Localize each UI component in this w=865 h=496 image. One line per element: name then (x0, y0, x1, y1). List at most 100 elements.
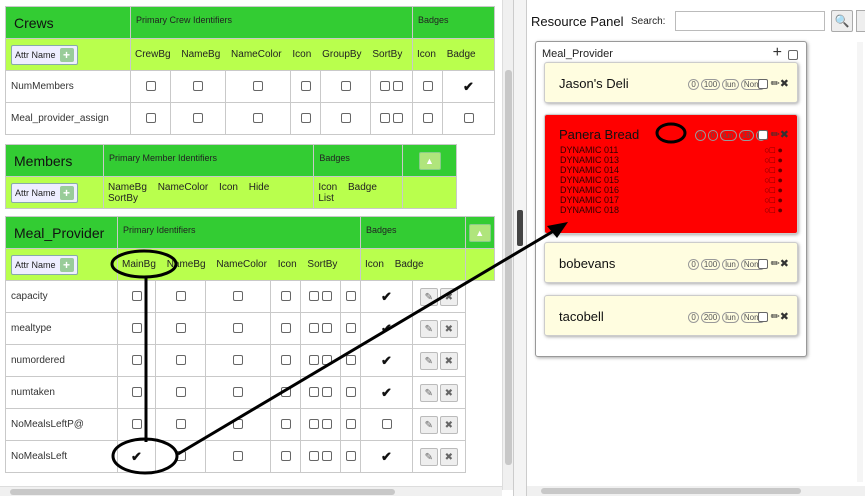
checkbox[interactable] (193, 113, 203, 124)
checkbox[interactable] (321, 451, 332, 462)
vertical-scrollbar[interactable] (502, 0, 513, 490)
close-icon[interactable]: ✖ (780, 258, 789, 270)
checkbox[interactable] (345, 291, 356, 302)
checkbox[interactable] (345, 419, 356, 430)
checkbox[interactable] (145, 81, 156, 92)
resource-card[interactable]: Panera Bread00lun180 ✏✖DYNAMIC 011○□ ●DY… (544, 114, 798, 234)
checkmark-icon[interactable]: ✔ (381, 289, 392, 305)
checkbox[interactable] (175, 451, 186, 462)
checkbox[interactable] (131, 387, 142, 398)
checkbox[interactable] (233, 419, 243, 430)
checkbox[interactable] (131, 419, 142, 430)
checkbox[interactable] (253, 81, 263, 92)
checkbox[interactable] (131, 291, 142, 302)
checkbox[interactable] (380, 81, 391, 92)
checkbox[interactable] (321, 387, 332, 398)
checkbox[interactable] (463, 113, 474, 124)
checkmark-icon[interactable]: ✔ (381, 385, 392, 401)
checkbox[interactable] (300, 81, 311, 92)
checkbox[interactable] (175, 419, 186, 430)
pencil-icon[interactable]: ✏ (771, 311, 780, 323)
delete-icon[interactable]: ✖ (439, 383, 458, 402)
checkbox[interactable] (280, 451, 291, 462)
checkbox[interactable] (309, 451, 320, 462)
checkbox[interactable] (380, 113, 391, 124)
search-icon[interactable]: 🔍 (831, 10, 853, 32)
checkbox[interactable] (381, 419, 392, 430)
checkbox[interactable] (300, 113, 311, 124)
edit-icon[interactable]: ✎ (419, 351, 438, 370)
close-icon[interactable]: ✖ (780, 78, 789, 90)
checkbox[interactable] (345, 387, 356, 398)
checkbox[interactable] (345, 355, 356, 366)
add-icon[interactable]: + (773, 44, 782, 62)
resource-card[interactable]: bobevans 0 100 lun None ✏✖ (544, 242, 798, 283)
checkbox[interactable] (131, 323, 142, 334)
checkbox[interactable] (309, 323, 320, 334)
checkbox[interactable] (392, 113, 403, 124)
checkbox[interactable] (757, 312, 768, 323)
checkbox[interactable] (175, 323, 186, 334)
delete-icon[interactable]: ✖ (439, 447, 458, 466)
checkbox[interactable] (280, 291, 291, 302)
dynamic-item-controls[interactable]: ○□ ● (764, 175, 783, 185)
pencil-icon[interactable]: ✏ (771, 258, 780, 270)
meal-provider-attr-name-button[interactable]: Attr Name + (11, 254, 78, 275)
edit-icon[interactable]: ✎ (419, 287, 438, 306)
checkmark-icon[interactable]: ✔ (381, 353, 392, 369)
crews-attr-name-button[interactable]: Attr Name + (11, 44, 78, 65)
resource-card[interactable]: tacobell 0 200 lun None ✏✖ (544, 295, 798, 336)
delete-icon[interactable]: ✖ (439, 351, 458, 370)
checkbox[interactable] (253, 113, 263, 124)
edit-icon[interactable]: ✎ (419, 415, 438, 434)
pencil-icon[interactable]: ✏ (771, 78, 780, 90)
group-checkbox[interactable] (788, 50, 798, 60)
dynamic-item-controls[interactable]: ○□ ● (764, 145, 783, 155)
checkbox[interactable] (321, 323, 332, 334)
checkbox[interactable] (175, 387, 186, 398)
dynamic-item-controls[interactable]: ○□ ● (764, 205, 783, 215)
delete-icon[interactable]: ✖ (439, 287, 458, 306)
resource-card[interactable]: Jason's Deli 0 100 lun None ✏✖ (544, 62, 798, 103)
checkbox[interactable] (321, 291, 332, 302)
checkbox[interactable] (280, 387, 291, 398)
checkmark-icon[interactable]: ✔ (463, 79, 474, 95)
scroll-thumb[interactable] (505, 70, 512, 465)
dynamic-item-controls[interactable]: ○□ ● (764, 155, 783, 165)
edit-icon[interactable]: ✎ (419, 319, 438, 338)
checkbox[interactable] (233, 387, 243, 398)
checkbox[interactable] (345, 451, 356, 462)
collapse-button[interactable]: ▲ (468, 223, 491, 242)
dynamic-item-controls[interactable]: ○□ ● (764, 195, 783, 205)
checkmark-icon[interactable]: ✔ (381, 449, 392, 465)
checkbox[interactable] (233, 323, 243, 334)
checkbox[interactable] (321, 419, 332, 430)
checkbox[interactable] (757, 130, 768, 141)
checkbox[interactable] (175, 355, 186, 366)
checkbox[interactable] (131, 355, 142, 366)
checkbox[interactable] (309, 291, 320, 302)
checkbox[interactable] (280, 323, 291, 334)
edit-icon[interactable]: ✎ (419, 383, 438, 402)
members-attr-name-button[interactable]: Attr Name + (11, 182, 78, 203)
checkbox[interactable] (309, 387, 320, 398)
checkmark-icon[interactable]: ✔ (131, 449, 142, 465)
pencil-icon[interactable]: ✏ (771, 129, 780, 141)
checkmark-icon[interactable]: ✔ (381, 321, 392, 337)
collapse-button[interactable]: ▲ (418, 151, 441, 170)
checkbox[interactable] (757, 259, 768, 270)
checkbox[interactable] (345, 323, 356, 334)
dynamic-item-controls[interactable]: ○□ ● (764, 185, 783, 195)
checkbox[interactable] (422, 81, 433, 92)
extra-button[interactable] (856, 10, 865, 32)
checkbox[interactable] (280, 355, 291, 366)
checkbox[interactable] (422, 113, 433, 124)
delete-icon[interactable]: ✖ (439, 415, 458, 434)
horizontal-scrollbar[interactable] (527, 486, 865, 496)
checkbox[interactable] (309, 419, 320, 430)
dynamic-item-controls[interactable]: ○□ ● (764, 165, 783, 175)
checkbox[interactable] (392, 81, 403, 92)
edit-icon[interactable]: ✎ (419, 447, 438, 466)
checkbox[interactable] (233, 451, 243, 462)
checkbox[interactable] (175, 291, 186, 302)
